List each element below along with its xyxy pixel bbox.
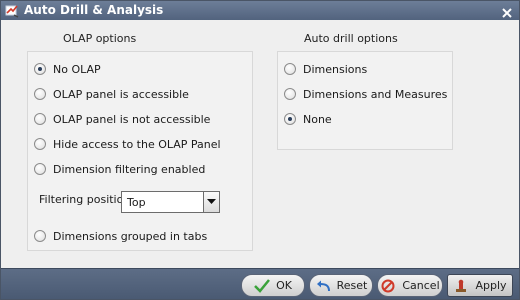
apply-button[interactable]: Apply [447,274,513,297]
filtering-position-select[interactable]: Top [121,191,220,213]
radio-button[interactable] [284,113,296,125]
radio-label: No OLAP [53,62,101,76]
radio-olap-panel-not-accessible[interactable]: OLAP panel is not accessible [34,111,210,127]
radio-label: Dimensions grouped in tabs [53,229,208,243]
radio-no-olap[interactable]: No OLAP [34,61,101,77]
radio-button[interactable] [284,63,296,75]
apply-button-label: Apply [475,279,507,292]
auto-drill-app-icon [4,4,20,18]
radio-dimension-filtering[interactable]: Dimension filtering enabled [34,161,205,177]
radio-label: Dimension filtering enabled [53,162,206,176]
title-bar[interactable]: Auto Drill & Analysis [1,1,519,20]
radio-label: OLAP panel is not accessible [53,112,211,126]
radio-dimensions-and-measures[interactable]: Dimensions and Measures [284,86,447,102]
filtering-position-value: Top [127,195,146,209]
radio-label: None [303,112,332,126]
radio-button[interactable] [34,88,46,100]
radio-none[interactable]: None [284,111,332,127]
reset-button[interactable]: Reset [309,274,373,297]
window-title: Auto Drill & Analysis [24,3,164,17]
ok-button[interactable]: OK [241,274,305,297]
radio-dimensions-grouped-tabs[interactable]: Dimensions grouped in tabs [34,228,207,244]
cancel-button-label: Cancel [402,279,440,292]
apply-stamp-icon [453,278,469,294]
radio-button[interactable] [34,163,46,175]
radio-hide-olap-panel[interactable]: Hide access to the OLAP Panel [34,136,221,152]
dialog-footer: OK Reset Cancel Apply [1,268,519,299]
radio-dimensions[interactable]: Dimensions [284,61,367,77]
radio-label: Hide access to the OLAP Panel [53,137,221,151]
radio-button[interactable] [34,230,46,242]
radio-button[interactable] [34,138,46,150]
checkmark-icon [254,278,271,294]
radio-label: Dimensions [303,62,368,76]
cancel-icon [380,278,396,294]
radio-label: OLAP panel is accessible [53,87,189,101]
reset-button-label: Reset [336,279,368,292]
ok-button-label: OK [276,279,292,292]
radio-button[interactable] [34,63,46,75]
radio-button[interactable] [34,113,46,125]
cancel-button[interactable]: Cancel [377,274,443,297]
radio-label: Dimensions and Measures [303,87,448,101]
auto-drill-dialog: Auto Drill & Analysis OLAP options No OL… [0,0,520,300]
close-icon[interactable] [499,5,515,21]
chevron-down-icon[interactable] [203,192,219,212]
olap-options-title: OLAP options [63,32,137,45]
filtering-position-label: Filtering position [39,193,131,206]
undo-arrow-icon [315,278,331,294]
radio-olap-panel-accessible[interactable]: OLAP panel is accessible [34,86,189,102]
auto-drill-options-title: Auto drill options [304,32,398,45]
dialog-body: OLAP options No OLAP OLAP panel is acces… [1,20,519,268]
radio-button[interactable] [284,88,296,100]
